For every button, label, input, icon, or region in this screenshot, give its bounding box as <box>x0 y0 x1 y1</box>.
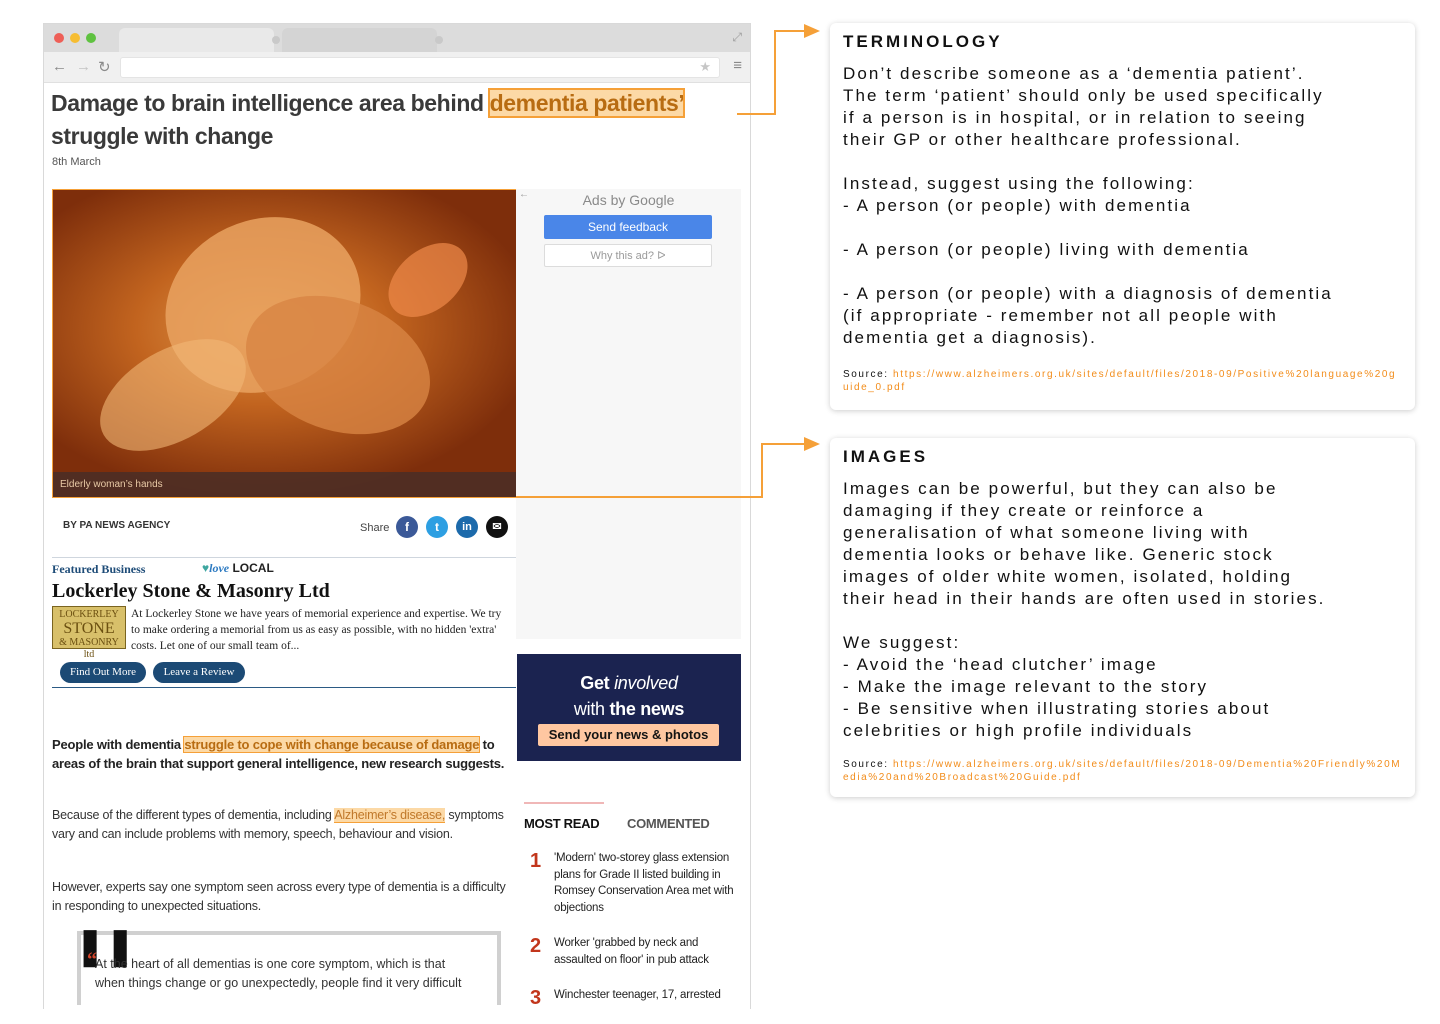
images-body: Images can be powerful, but they can als… <box>843 479 1326 740</box>
featured-business-box: Featured Business ♥love LOCAL Lockerley … <box>52 557 516 688</box>
images-arrowhead <box>804 437 820 451</box>
ad-slot: ← Ads by Google Send feedback Why this a… <box>516 189 741 639</box>
most-read-title[interactable]: Winchester teenager, 17, arrested <box>554 987 744 1004</box>
browser-toolbar: ← → ↻ ★ ≡ <box>44 52 750 83</box>
images-title: IMAGES <box>843 447 929 466</box>
terminology-source-link[interactable]: https://www.alzheimers.org.uk/sites/defa… <box>843 369 1396 393</box>
with-the-news-heading: with the news <box>517 699 741 720</box>
tab-most-read[interactable]: MOST READ <box>524 816 600 831</box>
hero-image[interactable]: Elderly woman’s hands <box>52 189 518 498</box>
leave-review-button[interactable]: Leave a Review <box>153 662 245 683</box>
find-out-more-button[interactable]: Find Out More <box>60 662 146 683</box>
browser-menu-icon[interactable]: ≡ <box>733 57 742 74</box>
terminology-source: Source: https://www.alzheimers.org.uk/si… <box>843 368 1403 394</box>
love-local-logo: ♥love LOCAL <box>202 561 274 576</box>
alzheimers-link[interactable]: Alzheimer’s disease, <box>334 808 445 823</box>
headline-highlight: dementia patients’ <box>487 88 686 118</box>
article-headline: Damage to brain intelligence area behind… <box>51 87 750 153</box>
twitter-icon[interactable]: t <box>426 516 448 538</box>
fullscreen-icon[interactable]: ⤢ <box>732 30 742 45</box>
address-bar[interactable]: ★ <box>120 57 720 78</box>
gi-with: with <box>573 699 605 719</box>
tab-close-icon[interactable] <box>272 36 280 44</box>
facebook-icon[interactable]: f <box>396 516 418 538</box>
most-read-tabs: MOST READ COMMENTED <box>524 802 744 832</box>
most-read-number: 2 <box>530 935 542 957</box>
linkedin-icon[interactable]: in <box>456 516 478 538</box>
send-news-button[interactable]: Send your news & photos <box>538 724 719 746</box>
terminology-card: TERMINOLOGY Don’t describe someone as a … <box>830 23 1415 410</box>
email-icon[interactable]: ✉ <box>486 516 508 538</box>
headline-text: Damage to brain intelligence area behind <box>51 90 490 116</box>
business-description: At Lockerley Stone we have years of memo… <box>131 608 502 652</box>
tab-accent-line <box>524 802 604 804</box>
most-read-number: 3 <box>530 987 542 1009</box>
lead-highlight: struggle to cope with change because of … <box>183 736 481 753</box>
why-this-ad-button[interactable]: Why this ad? ᐅ <box>544 244 712 267</box>
business-logo[interactable]: LOCKERLEY STONE & MASONRY ltd <box>52 606 126 660</box>
love-word: love <box>209 561 230 575</box>
reload-icon[interactable]: ↻ <box>98 58 111 76</box>
images-card: IMAGES Images can be powerful, but they … <box>830 438 1415 797</box>
browser-titlebar: ⤢ <box>44 24 750 52</box>
source-label: Source: <box>843 759 894 770</box>
image-caption: Elderly woman’s hands <box>53 472 517 497</box>
most-read-title[interactable]: Worker 'grabbed by neck and assaulted on… <box>554 935 744 968</box>
local-word: LOCAL <box>232 561 274 575</box>
logo-text: & MASONRY ltd <box>59 637 119 660</box>
source-label: Source: <box>843 369 894 380</box>
get-involved-banner[interactable]: Get involved with the news Send your new… <box>517 654 741 761</box>
bookmark-star-icon[interactable]: ★ <box>699 59 711 75</box>
get-involved-heading: Get involved <box>517 673 741 694</box>
article-page: Damage to brain intelligence area behind… <box>44 83 750 1009</box>
business-name[interactable]: Lockerley Stone & Masonry Ltd <box>52 580 330 603</box>
share-label: Share <box>360 522 390 534</box>
pull-quote: ❚❚ “ At the heart of all dementias is on… <box>75 928 501 1005</box>
terminology-title: TERMINOLOGY <box>843 32 1003 51</box>
images-source: Source: https://www.alzheimers.org.uk/si… <box>843 758 1403 784</box>
images-source-link[interactable]: https://www.alzheimers.org.uk/sites/defa… <box>843 759 1401 783</box>
back-arrow-icon[interactable]: ← <box>52 58 67 75</box>
send-feedback-button[interactable]: Send feedback <box>544 215 712 239</box>
most-read-title[interactable]: 'Modern' two-storey glass extension plan… <box>554 850 744 916</box>
image-shape <box>374 228 482 332</box>
lead-text: People with dementia <box>52 737 185 752</box>
browser-tab-1[interactable] <box>119 28 280 52</box>
browser-tab-2[interactable] <box>282 28 443 52</box>
article-paragraph-2: However, experts say one symptom seen ac… <box>52 880 506 913</box>
maximize-window-button[interactable] <box>86 33 96 43</box>
article-date: 8th March <box>52 156 101 168</box>
forward-arrow-icon[interactable]: → <box>76 58 91 75</box>
featured-business-label: Featured Business <box>52 562 146 576</box>
minimize-window-button[interactable] <box>70 33 80 43</box>
gi-the-news: the news <box>609 699 685 719</box>
browser-window: ⤢ ← → ↻ ★ ≡ Damage to brain intelligence… <box>43 23 751 1009</box>
ads-by-google-label: Ads by Google <box>582 192 675 208</box>
article-paragraph-1: Because of the different types of dement… <box>52 806 512 844</box>
tab-commented[interactable]: COMMENTED <box>627 816 710 831</box>
article-lead: People with dementia struggle to cope wi… <box>52 735 512 773</box>
p1-text: Because of the different types of dement… <box>52 808 335 822</box>
terminology-body: Don’t describe someone as a ‘dementia pa… <box>843 64 1333 347</box>
headline-text-end: struggle with change <box>51 123 274 149</box>
terminology-arrowhead <box>804 24 820 38</box>
close-window-button[interactable] <box>54 33 64 43</box>
logo-text: STONE <box>63 620 115 637</box>
gi-get: Get <box>580 673 610 693</box>
tab-close-icon[interactable] <box>435 36 443 44</box>
gi-involved: involved <box>614 673 678 693</box>
byline: BY PA NEWS AGENCY <box>63 520 171 531</box>
quote-text: At the heart of all dementias is one cor… <box>95 957 462 990</box>
most-read-number: 1 <box>530 850 542 872</box>
